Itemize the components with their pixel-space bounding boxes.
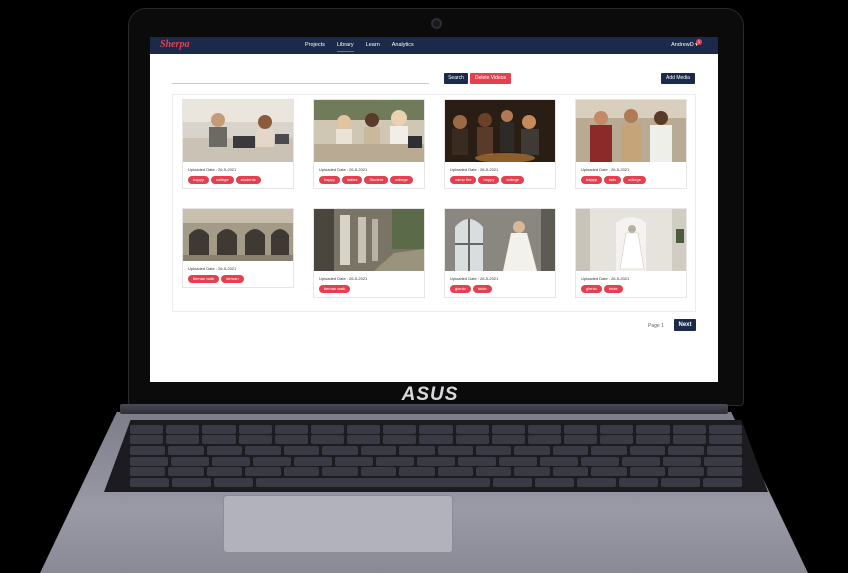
search-input[interactable]: [172, 73, 429, 84]
upload-date: Uploaded Date : 26-5-2021: [450, 167, 499, 172]
upload-date: Uploaded Date : 26-5-2021: [581, 167, 630, 172]
touchpad: [223, 495, 453, 553]
media-card[interactable]: Uploaded Date : 26-5-2021 tiernan walk t…: [182, 208, 294, 288]
video-thumbnail[interactable]: [576, 209, 686, 271]
tag-list: tiernan walk tiernan: [188, 275, 288, 283]
tag-chip[interactable]: Student: [364, 176, 389, 184]
search-button[interactable]: Search: [444, 73, 468, 84]
tag-chip[interactable]: college: [390, 176, 413, 184]
tag-chip[interactable]: tiernan: [221, 275, 244, 283]
nav-analytics[interactable]: Analytics: [392, 41, 414, 49]
tag-chip[interactable]: tiernan walk: [188, 275, 220, 283]
video-thumbnail[interactable]: [314, 100, 424, 162]
upload-date: Uploaded Date : 26-5-2021: [319, 276, 368, 281]
video-thumbnail[interactable]: [576, 100, 686, 162]
webcam-icon: [431, 18, 442, 29]
media-card[interactable]: Uploaded Date : 26-5-2021 glenlo bride: [444, 208, 556, 298]
nav-library[interactable]: Library: [336, 41, 354, 52]
media-card[interactable]: Uploaded Date : 26-5-2021 camp fire happ…: [444, 99, 556, 189]
video-thumbnail[interactable]: [445, 209, 555, 271]
upload-date: Uploaded Date : 26-5-2021: [188, 167, 237, 172]
upload-date: Uploaded Date : 26-5-2021: [319, 167, 368, 172]
notification-badge[interactable]: 1: [696, 39, 702, 45]
media-grid: Uploaded Date : 26-5-2021 happy college …: [172, 94, 696, 312]
tag-chip[interactable]: students: [235, 176, 261, 184]
nav-projects[interactable]: Projects: [305, 41, 325, 49]
laptop-hinge: [120, 404, 728, 414]
tag-list: glenlo bride: [450, 285, 550, 293]
video-thumbnail[interactable]: [445, 100, 555, 162]
laptop-screen: Sherpa Projects Library Learn Analytics …: [150, 37, 718, 382]
tag-list: tiernan walk: [319, 285, 419, 293]
tag-chip[interactable]: happy: [188, 176, 209, 184]
app-logo[interactable]: Sherpa: [160, 39, 189, 50]
add-media-button[interactable]: Add Media: [661, 73, 695, 84]
delete-videos-button[interactable]: Delete Videos: [470, 73, 511, 84]
user-menu[interactable]: AndrewD ▾: [671, 41, 698, 49]
tag-chip[interactable]: ladies: [341, 176, 363, 184]
tag-chip[interactable]: happy: [478, 176, 500, 184]
video-thumbnail[interactable]: [183, 209, 293, 261]
main-nav: Projects Library Learn Analytics: [305, 41, 414, 52]
upload-date: Uploaded Date : 26-5-2021: [450, 276, 499, 281]
tag-chip[interactable]: bride: [472, 285, 492, 293]
tag-chip[interactable]: camp fire: [450, 176, 477, 184]
media-card[interactable]: Uploaded Date : 26-5-2021 glenlo bride: [575, 208, 687, 298]
upload-date: Uploaded Date : 26-5-2021: [188, 266, 237, 271]
tag-chip[interactable]: college: [623, 176, 646, 184]
tag-chip[interactable]: tiernan walk: [319, 285, 351, 293]
video-thumbnail[interactable]: [314, 209, 424, 271]
video-thumbnail[interactable]: [183, 100, 293, 162]
upload-date: Uploaded Date : 26-5-2021: [581, 276, 630, 281]
tag-chip[interactable]: glenlo: [450, 285, 471, 293]
tag-chip[interactable]: college: [210, 176, 234, 184]
tag-chip[interactable]: happy: [319, 176, 340, 184]
next-page-button[interactable]: Next: [674, 319, 696, 331]
media-card[interactable]: Uploaded Date : 26-5-2021 happy lads col…: [575, 99, 687, 189]
tag-chip[interactable]: glenlo: [581, 285, 602, 293]
media-card[interactable]: Uploaded Date : 26-5-2021 tiernan walk: [313, 208, 425, 298]
nav-learn[interactable]: Learn: [366, 41, 380, 49]
tag-list: happy college students: [188, 176, 288, 184]
tag-chip[interactable]: happy: [581, 176, 602, 184]
tag-list: camp fire happy college: [450, 176, 550, 184]
top-navbar: Sherpa Projects Library Learn Analytics …: [150, 37, 718, 54]
tag-chip[interactable]: lads: [603, 176, 622, 184]
media-card[interactable]: Uploaded Date : 26-5-2021 happy ladies S…: [313, 99, 425, 189]
tag-list: glenlo bride: [581, 285, 681, 293]
page-indicator: Page 1: [648, 323, 664, 329]
laptop-keyboard: [104, 420, 768, 492]
media-card[interactable]: Uploaded Date : 26-5-2021 happy college …: [182, 99, 294, 189]
tag-chip[interactable]: college: [501, 176, 525, 184]
tag-list: happy ladies Student college: [319, 176, 419, 184]
tag-list: happy lads college: [581, 176, 681, 184]
asus-logo: ASUS: [401, 384, 459, 405]
tag-chip[interactable]: bride: [603, 285, 623, 293]
